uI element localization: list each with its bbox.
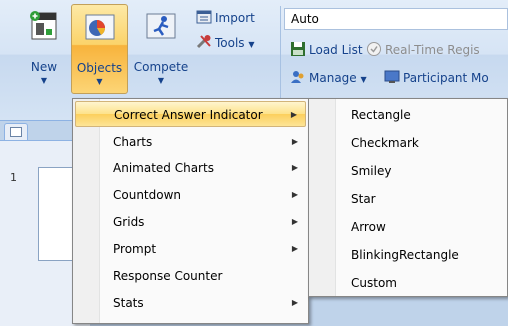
menu-item-label: Correct Answer Indicator <box>114 108 263 122</box>
menu-item-arrow[interactable]: Arrow <box>311 214 505 240</box>
menu-item-label: Prompt <box>113 242 157 256</box>
menu-item-prompt[interactable]: Prompt ▶ <box>75 236 306 262</box>
import-icon <box>196 10 212 24</box>
menu-item-smiley[interactable]: Smiley <box>311 158 505 184</box>
slides-icon <box>10 127 22 137</box>
menu-item-label: Countdown <box>113 188 182 202</box>
menu-item-label: BlinkingRectangle <box>351 248 459 262</box>
menu-item-label: Arrow <box>351 220 386 234</box>
ribbon-separator <box>280 6 281 110</box>
participant-label: Participant Mo <box>403 71 489 85</box>
realtime-icon <box>367 42 381 56</box>
chevron-down-icon: ▼ <box>248 40 255 49</box>
realtime-label: Real-Time Regis <box>385 43 480 57</box>
menu-item-label: Charts <box>113 135 153 149</box>
menu-item-label: Smiley <box>351 164 392 178</box>
realtime-registration-button[interactable]: Real-Time Regis <box>366 40 480 60</box>
new-icon <box>30 11 57 40</box>
load-list-label: Load List <box>309 43 363 57</box>
load-list-icon <box>291 42 305 56</box>
menu-item-response-counter[interactable]: Response Counter <box>75 263 306 289</box>
new-label: New <box>30 60 58 74</box>
manage-button[interactable]: Manage ▼ <box>290 68 367 88</box>
menu-item-checkmark[interactable]: Checkmark <box>311 130 505 156</box>
indicator-submenu: Rectangle Checkmark Smiley Star Arrow Bl… <box>308 98 508 297</box>
manage-label: Manage <box>309 71 357 85</box>
menu-item-correct-answer-indicator[interactable]: Correct Answer Indicator ▶ <box>75 101 306 127</box>
slides-tab[interactable] <box>4 123 28 140</box>
menu-item-label: Star <box>351 192 376 206</box>
menu-item-label: Custom <box>351 276 397 290</box>
objects-menu: Correct Answer Indicator ▶ Charts ▶ Anim… <box>72 98 309 324</box>
slide-number: 1 <box>10 171 17 184</box>
import-button[interactable]: Import <box>196 8 255 28</box>
menu-item-star[interactable]: Star <box>311 186 505 212</box>
submenu-arrow-icon: ▶ <box>290 110 297 119</box>
menu-item-countdown[interactable]: Countdown ▶ <box>75 182 306 208</box>
menu-item-animated-charts[interactable]: Animated Charts ▶ <box>75 155 306 181</box>
objects-label: Objects <box>76 61 123 75</box>
chevron-down-icon: ▼ <box>96 77 103 86</box>
submenu-arrow-icon: ▶ <box>291 244 298 253</box>
menu-item-blinking-rectangle[interactable]: BlinkingRectangle <box>311 242 505 268</box>
menu-item-charts[interactable]: Charts ▶ <box>75 129 306 155</box>
compete-icon <box>146 13 176 39</box>
import-label: Import <box>215 11 255 25</box>
compete-button[interactable]: Compete ▼ <box>130 4 192 94</box>
menu-item-label: Stats <box>113 296 144 310</box>
menu-item-stats[interactable]: Stats ▶ <box>75 290 306 316</box>
chevron-down-icon: ▼ <box>40 76 48 85</box>
chevron-down-icon: ▼ <box>360 75 367 84</box>
menu-item-label: Grids <box>113 215 145 229</box>
submenu-arrow-icon: ▶ <box>291 298 298 307</box>
submenu-arrow-icon: ▶ <box>291 217 298 226</box>
manage-icon <box>291 71 304 83</box>
mode-combo[interactable]: Auto <box>284 8 508 30</box>
objects-button[interactable]: Objects ▼ <box>71 4 128 94</box>
submenu-arrow-icon: ▶ <box>291 190 298 199</box>
new-button[interactable]: New ▼ <box>18 4 70 94</box>
menu-item-label: Rectangle <box>351 108 411 122</box>
chevron-down-icon: ▼ <box>157 76 165 85</box>
tools-icon <box>196 35 211 49</box>
tools-button[interactable]: Tools ▼ <box>196 33 255 53</box>
participant-monitor-button[interactable]: Participant Mo <box>384 68 489 88</box>
menu-item-label: Animated Charts <box>113 161 214 175</box>
tools-label: Tools <box>215 36 245 50</box>
objects-icon <box>85 14 114 40</box>
menu-item-custom[interactable]: Custom <box>311 270 505 296</box>
menu-item-grids[interactable]: Grids ▶ <box>75 209 306 235</box>
submenu-arrow-icon: ▶ <box>291 163 298 172</box>
menu-item-label: Response Counter <box>113 269 223 283</box>
compete-label: Compete <box>133 60 189 74</box>
load-list-button[interactable]: Load List <box>290 40 363 60</box>
participant-icon <box>384 70 400 83</box>
menu-item-rectangle[interactable]: Rectangle <box>311 102 505 128</box>
mode-combo-value: Auto <box>291 12 319 26</box>
menu-item-label: Checkmark <box>351 136 419 150</box>
submenu-arrow-icon: ▶ <box>291 137 298 146</box>
